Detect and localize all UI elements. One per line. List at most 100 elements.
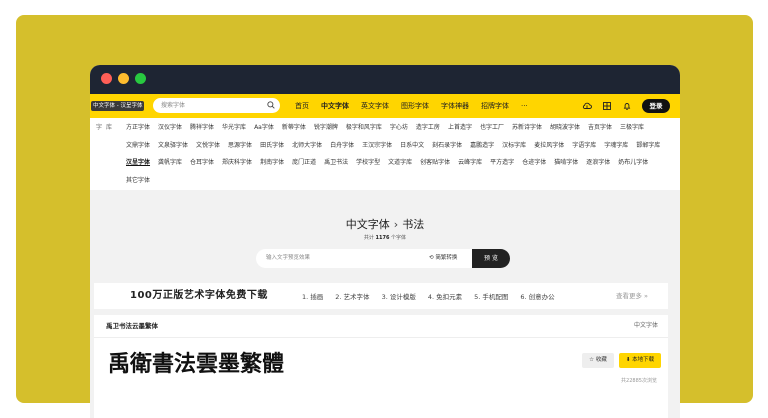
preview-button[interactable]: 预 览 [472, 249, 510, 268]
category-item[interactable]: 胡晓波字体 [550, 119, 580, 137]
search-box[interactable]: 搜索字体 [153, 98, 280, 113]
category-item[interactable]: 白舟字体 [330, 137, 354, 155]
category-item[interactable]: 字魂字库 [604, 137, 628, 155]
card-header: 禹卫书法云墨繁体 中文字体 [94, 315, 668, 338]
category-item[interactable]: 平方造字 [490, 154, 514, 172]
banner-tab[interactable]: 6. 创意办公 [520, 291, 554, 301]
category-item[interactable]: 田氏字体 [260, 137, 284, 155]
category-item[interactable]: 刻石录字体 [432, 137, 462, 155]
category-item[interactable]: 吉页字体 [588, 119, 612, 137]
download-label: 本地下载 [632, 357, 655, 363]
download-button[interactable]: ⬇ 本地下载 [619, 353, 661, 368]
breadcrumb-main[interactable]: 中文字体 [346, 218, 390, 231]
category-item[interactable]: 仓耳字体 [190, 154, 214, 172]
font-name[interactable]: 禹卫书法云墨繁体 [106, 315, 158, 337]
window-titlebar [90, 65, 680, 94]
category-label: 字库 [96, 124, 117, 131]
nav-item[interactable]: ··· [521, 102, 528, 110]
nav-item[interactable]: 英文字体 [361, 101, 389, 111]
category-item[interactable]: 麦拉风字体 [534, 137, 564, 155]
category-item[interactable]: 荆南字体 [260, 154, 284, 172]
promo-banner[interactable]: 100万正版艺术字体免费下载 1. 插画 2. 艺术字体 3. 设计模版 4. 免扣元… [94, 283, 668, 309]
category-item[interactable]: 仓迹字体 [522, 154, 546, 172]
category-item[interactable]: 创客贴字体 [420, 154, 450, 172]
category-item[interactable]: 邯郸字库 [636, 137, 660, 155]
banner-more-link[interactable]: 查看更多 » [616, 283, 648, 309]
category-item[interactable]: 锐字潮牌 [314, 119, 338, 137]
category-item[interactable]: 造字工房 [416, 119, 440, 137]
category-item[interactable]: 禹卫书法 [324, 154, 348, 172]
login-button[interactable]: 登录 [642, 99, 670, 113]
nav-item[interactable]: 中文字体 [321, 101, 349, 111]
category-item[interactable]: 也字工厂 [480, 119, 504, 137]
category-item[interactable]: 奶布儿字体 [618, 154, 648, 172]
category-item[interactable]: 极字和风字库 [346, 119, 382, 137]
nav-item[interactable]: 图形字体 [401, 101, 429, 111]
category-item[interactable]: 上首造字 [448, 119, 472, 137]
favorite-label: 收藏 [595, 357, 607, 363]
chevron-right-icon: › [393, 218, 399, 231]
banner-tab[interactable]: 2. 艺术字体 [335, 291, 369, 301]
category-item[interactable]: 龚帆字库 [158, 154, 182, 172]
category-item[interactable]: 学校字型 [356, 154, 380, 172]
cloud-upload-icon[interactable] [582, 101, 592, 111]
category-item[interactable]: 苏新诗字体 [512, 119, 542, 137]
simplified-traditional-toggle[interactable]: ⟲ 简繁转换 [429, 249, 457, 268]
category-item[interactable]: 王汉宗字体 [362, 137, 392, 155]
banner-tab[interactable]: 3. 设计模版 [382, 291, 416, 301]
preview-box: 输入文字预览效果 ⟲ 简繁转换 预 览 [256, 249, 510, 268]
category-item[interactable]: 新蒂字体 [282, 119, 306, 137]
site-logo[interactable]: 中文字体 - 汉呈字体 [91, 101, 145, 111]
search-input[interactable]: 搜索字体 [161, 98, 185, 113]
minimize-window-dot[interactable] [118, 73, 129, 84]
banner-tab[interactable]: 5. 手机配图 [474, 291, 508, 301]
category-item[interactable]: 文悦字体 [196, 137, 220, 155]
category-item[interactable]: 文道字库 [388, 154, 412, 172]
nav-item[interactable]: 字体神器 [441, 101, 469, 111]
category-item[interactable]: 其它字体 [126, 172, 150, 190]
swap-icon: ⟲ [429, 255, 434, 261]
favorite-button[interactable]: ☆ 收藏 [582, 353, 614, 368]
category-item[interactable]: 北师大字体 [292, 137, 322, 155]
category-item[interactable]: 思源字体 [228, 137, 252, 155]
font-count: 共计 1176 个字体 [90, 234, 680, 241]
category-item[interactable]: 汉呈字体 [126, 154, 150, 172]
category-item[interactable]: 嘉鹏造字 [470, 137, 494, 155]
banner-title[interactable]: 100万正版艺术字体免费下载 [130, 283, 268, 309]
category-item[interactable]: 文泉驿字体 [158, 137, 188, 155]
count-suffix: 个字体 [391, 235, 407, 241]
nav-item[interactable]: 首页 [295, 101, 309, 111]
bell-icon[interactable] [622, 101, 632, 111]
category-item[interactable]: Aa字体 [254, 119, 274, 137]
nav-item[interactable]: 招牌字体 [481, 101, 509, 111]
category-item[interactable]: 腾祥字体 [190, 119, 214, 137]
category-item[interactable]: 汉标字库 [502, 137, 526, 155]
font-category[interactable]: 中文字体 [634, 315, 658, 337]
preview-text-input[interactable]: 输入文字预览效果 [266, 249, 310, 268]
category-item[interactable]: 郑庆科字体 [222, 154, 252, 172]
category-item[interactable]: 日系中文 [400, 137, 424, 155]
search-icon[interactable] [267, 101, 275, 109]
font-sample[interactable]: 禹衛書法雲墨繁體 [108, 349, 308, 379]
banner-tab[interactable]: 1. 插画 [302, 291, 323, 301]
nav-tools: 登录 [582, 94, 670, 118]
category-item[interactable]: 字心坊 [390, 119, 408, 137]
count-prefix: 共计 [363, 235, 374, 241]
category-item[interactable]: 云峰字库 [458, 154, 482, 172]
category-panel: 字库 方正字体 汉仪字体 腾祥字体 华光字库 Aa字体 新蒂字体 锐字潮牌 极字和风字库 字心坊… [90, 118, 680, 190]
top-nav: 中文字体 - 汉呈字体 搜索字体 首页 中文字体 英文字体 图形字体 字体神器 招牌字体 ·… [90, 94, 680, 118]
category-item[interactable]: 方正字体 [126, 119, 150, 137]
close-window-dot[interactable] [101, 73, 112, 84]
banner-tab[interactable]: 4. 免扣元素 [428, 291, 462, 301]
category-item[interactable]: 庞门正道 [292, 154, 316, 172]
category-item[interactable]: 华光字库 [222, 119, 246, 137]
category-item[interactable]: 猫啃字体 [554, 154, 578, 172]
view-count: 共22885次浏览 [621, 378, 657, 384]
grid-icon[interactable] [602, 101, 612, 111]
category-item[interactable]: 字语字库 [572, 137, 596, 155]
category-item[interactable]: 汉仪字体 [158, 119, 182, 137]
category-item[interactable]: 文鼎字体 [126, 137, 150, 155]
category-item[interactable]: 逐浪字体 [586, 154, 610, 172]
maximize-window-dot[interactable] [135, 73, 146, 84]
category-item[interactable]: 三极字库 [620, 119, 644, 137]
